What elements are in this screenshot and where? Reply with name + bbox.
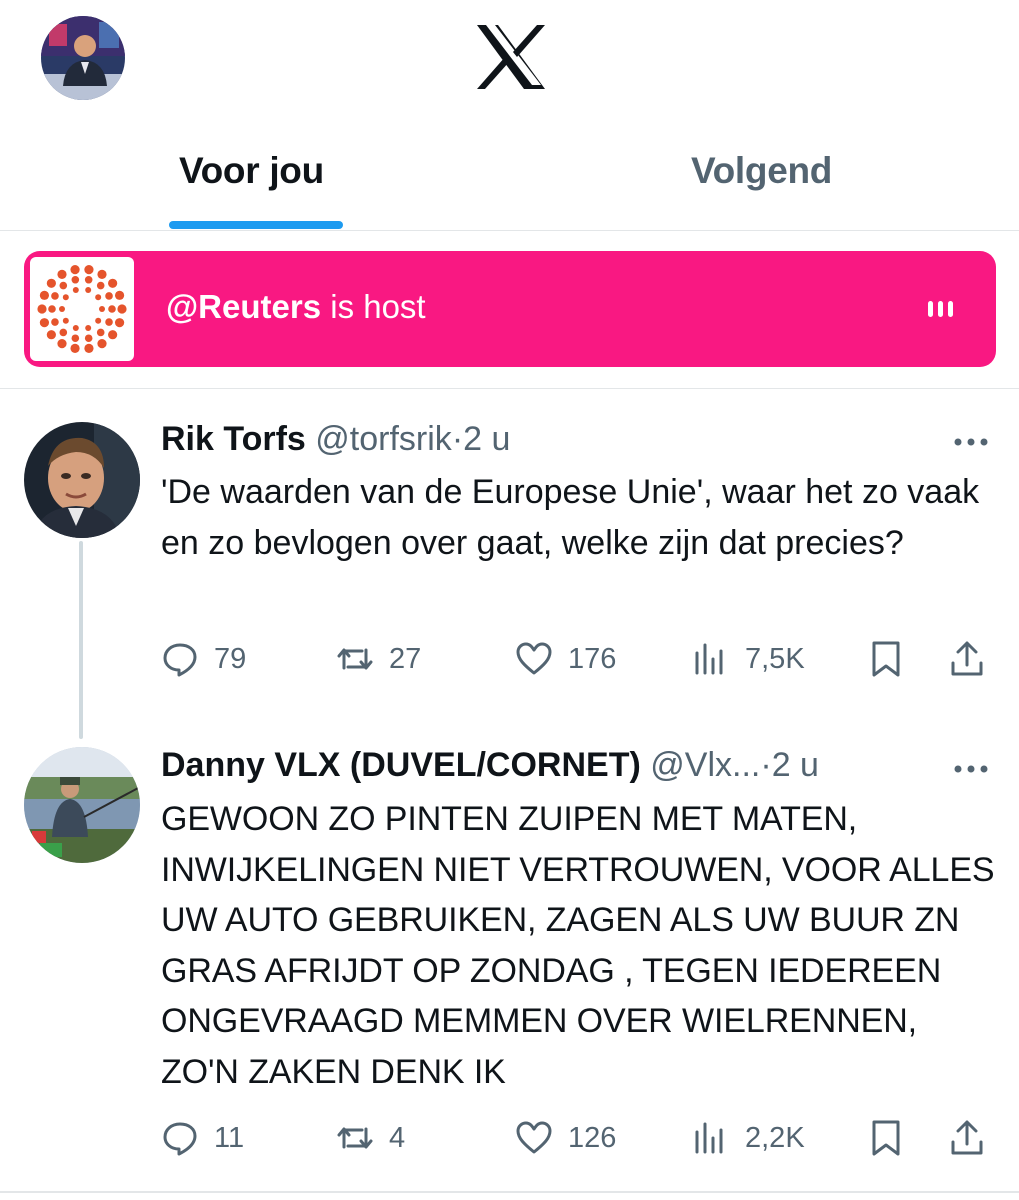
x-logo-icon[interactable]	[475, 24, 547, 90]
avatar[interactable]	[24, 747, 140, 863]
repost-icon	[337, 648, 373, 670]
active-tab-indicator	[169, 221, 343, 229]
views-count: 2,2K	[745, 1121, 805, 1154]
live-space-banner[interactable]: @Reuters is host	[24, 251, 996, 367]
tweet-header: Rik Torfs @torfsrik·2 u	[161, 420, 510, 459]
space-host-handle: @Reuters	[166, 288, 322, 325]
reply-count: 79	[214, 642, 247, 675]
views-count: 7,5K	[745, 642, 805, 675]
views-chart-icon	[695, 1122, 723, 1154]
bookmark-icon	[872, 1120, 900, 1156]
profile-avatar[interactable]	[41, 16, 125, 100]
share-button[interactable]	[947, 634, 987, 684]
space-banner-container: @Reuters is host	[0, 231, 1019, 389]
heart-icon	[516, 642, 552, 675]
reply-count: 11	[214, 1121, 245, 1154]
author-handle[interactable]: @Vlx...	[650, 746, 760, 784]
space-host-suffix: is host	[321, 288, 426, 325]
tab-volgend[interactable]: Volgend	[691, 150, 832, 192]
share-icon	[951, 1120, 983, 1155]
bookmark-icon	[872, 641, 900, 677]
repost-count: 27	[389, 642, 422, 675]
heart-icon	[516, 1121, 552, 1154]
audio-bars-icon	[926, 296, 956, 322]
more-options-icon[interactable]	[953, 434, 989, 446]
tweet-text: GEWOON ZO PINTEN ZUIPEN MET MATEN, INWIJ…	[161, 800, 995, 1091]
tweet-timestamp[interactable]: 2 u	[772, 746, 819, 784]
repost-count: 4	[389, 1121, 406, 1154]
more-options-icon[interactable]	[953, 761, 989, 773]
like-button[interactable]: 176	[514, 634, 616, 684]
reply-button[interactable]: 79	[160, 634, 246, 684]
reply-icon	[163, 1122, 197, 1156]
timeline-tabs: Voor jou Volgend	[0, 120, 1019, 231]
tweet-actions: 79 27 176 7,5K	[0, 634, 1019, 684]
bookmark-button[interactable]	[866, 1113, 906, 1163]
tweet[interactable]: Rik Torfs @torfsrik·2 u 'De waarden van …	[0, 389, 1019, 711]
repost-button[interactable]: 4	[335, 1113, 405, 1163]
tweet-header: Danny VLX (DUVEL/CORNET) @Vlx...·2 u	[161, 746, 819, 785]
tweet-text: 'De waarden van de Europese Unie', waar …	[161, 473, 980, 562]
reply-button[interactable]: 11	[160, 1113, 244, 1163]
like-count: 176	[568, 642, 617, 675]
repost-icon	[337, 1127, 373, 1149]
tweet[interactable]: Danny VLX (DUVEL/CORNET) @Vlx...·2 u GEW…	[0, 711, 1019, 1187]
tweet-timestamp[interactable]: 2 u	[463, 420, 510, 458]
tweet-actions: 11 4 126 2,2K	[0, 1113, 1019, 1163]
bookmark-button[interactable]	[866, 634, 906, 684]
reply-icon	[163, 643, 197, 677]
share-icon	[951, 641, 983, 676]
like-button[interactable]: 126	[514, 1113, 616, 1163]
like-count: 126	[568, 1121, 617, 1154]
avatar[interactable]	[24, 422, 140, 538]
share-button[interactable]	[947, 1113, 987, 1163]
divider	[0, 1191, 1019, 1193]
author-name[interactable]: Danny VLX (DUVEL/CORNET)	[161, 746, 641, 784]
tab-voor-jou[interactable]: Voor jou	[179, 150, 324, 192]
views-chart-icon	[695, 643, 723, 675]
views-button[interactable]: 2,2K	[691, 1113, 805, 1163]
reuters-logo-icon	[30, 257, 134, 361]
repost-button[interactable]: 27	[335, 634, 421, 684]
author-handle[interactable]: @torfsrik	[315, 420, 452, 458]
space-host-text: @Reuters is host	[166, 288, 426, 326]
separator-dot: ·	[760, 746, 772, 784]
views-button[interactable]: 7,5K	[691, 634, 805, 684]
separator-dot: ·	[451, 420, 464, 458]
top-header	[0, 0, 1019, 120]
author-name[interactable]: Rik Torfs	[161, 420, 306, 458]
